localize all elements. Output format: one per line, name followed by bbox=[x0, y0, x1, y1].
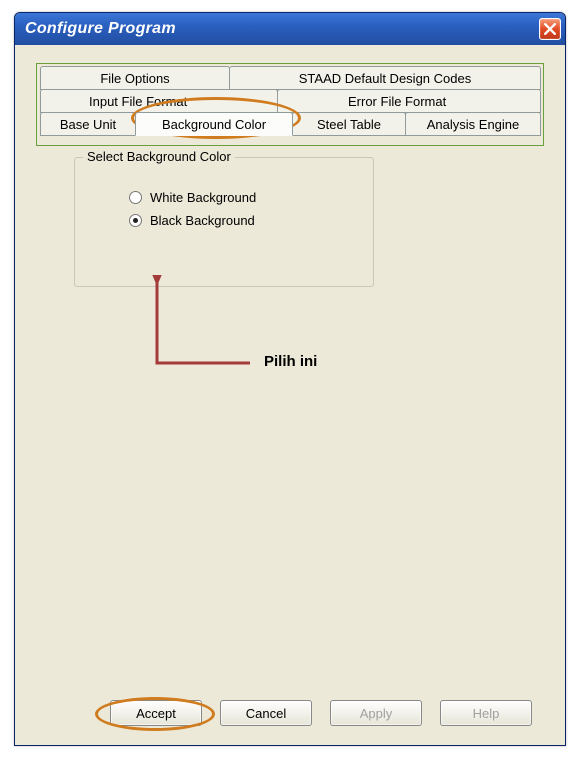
groupbox-title: Select Background Color bbox=[83, 149, 235, 164]
dialog-window: Configure Program File Options STAAD Def… bbox=[14, 12, 566, 746]
help-button[interactable]: Help bbox=[440, 700, 532, 726]
titlebar: Configure Program bbox=[15, 13, 565, 45]
button-bar: Accept Cancel Apply Help bbox=[18, 696, 562, 730]
radio-label-white: White Background bbox=[150, 190, 256, 205]
radio-black-background[interactable] bbox=[129, 214, 142, 227]
radio-row-white[interactable]: White Background bbox=[129, 190, 373, 205]
tab-background-color[interactable]: Background Color bbox=[135, 112, 293, 136]
close-icon bbox=[544, 23, 556, 35]
radio-white-background[interactable] bbox=[129, 191, 142, 204]
tab-content: Select Background Color White Background… bbox=[36, 153, 544, 678]
tab-file-options[interactable]: File Options bbox=[40, 66, 230, 90]
tab-steel-table[interactable]: Steel Table bbox=[292, 112, 406, 136]
tab-staad-default-design-codes[interactable]: STAAD Default Design Codes bbox=[229, 66, 541, 90]
tab-panel-edge bbox=[40, 135, 540, 145]
apply-button[interactable]: Apply bbox=[330, 700, 422, 726]
client-area: File Options STAAD Default Design Codes … bbox=[18, 47, 562, 742]
tab-base-unit[interactable]: Base Unit bbox=[40, 112, 136, 136]
radio-row-black[interactable]: Black Background bbox=[129, 213, 373, 228]
radio-label-black: Black Background bbox=[150, 213, 255, 228]
annotation-arrow bbox=[132, 275, 312, 395]
cancel-button[interactable]: Cancel bbox=[220, 700, 312, 726]
tab-error-file-format[interactable]: Error File Format bbox=[277, 89, 541, 113]
close-button[interactable] bbox=[539, 18, 561, 40]
groupbox-background-color: Select Background Color White Background… bbox=[74, 157, 374, 287]
annotation-label: Pilih ini bbox=[264, 353, 317, 370]
tabs-container: File Options STAAD Default Design Codes … bbox=[36, 63, 544, 146]
tab-input-file-format[interactable]: Input File Format bbox=[40, 89, 278, 113]
window-title: Configure Program bbox=[25, 20, 176, 38]
tab-analysis-engine[interactable]: Analysis Engine bbox=[405, 112, 541, 136]
accept-button[interactable]: Accept bbox=[110, 700, 202, 726]
